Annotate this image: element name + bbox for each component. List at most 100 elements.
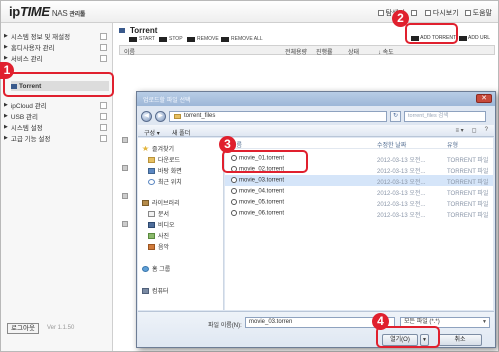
view-menu-icon[interactable]: ≡ ▾ <box>455 127 463 134</box>
file-name: movie_04.torrent <box>231 188 284 195</box>
expand-icon: ▶ <box>4 55 8 61</box>
add-url-icon <box>459 35 468 41</box>
sidebar-item-services[interactable]: ▶ 서비스 관리 <box>4 53 109 63</box>
file-date: 2012-03-13 오전... <box>377 191 426 197</box>
callout-box-4 <box>376 326 440 348</box>
blank-link[interactable] <box>410 8 419 18</box>
file-type: TORRENT 파일 <box>447 180 489 186</box>
download-folder-icon <box>148 156 155 163</box>
nav-pictures[interactable]: 사진 <box>148 231 169 240</box>
start-button[interactable]: START <box>129 35 155 43</box>
recent-places-icon <box>148 178 155 185</box>
col-type[interactable]: 유형 <box>447 140 458 149</box>
sidebar-item-ipcloud[interactable]: ▶ ipCloud 관리 <box>4 100 109 110</box>
nav-favorites[interactable]: 즐겨찾기 <box>142 144 174 153</box>
toggle-icon <box>100 54 107 62</box>
preview-pane-icon[interactable]: ◻ <box>472 127 477 134</box>
filetype-value: 모든 파일 (*.*) <box>404 319 440 325</box>
search-input[interactable]: torrent_files 검색 <box>404 110 486 122</box>
logo-time: TIME <box>19 4 50 19</box>
filename-label: 파일 이름(N): <box>208 323 242 329</box>
dialog-footer: 파일 이름(N): movie_03.torren 모든 파일 (*.*) ▼ 열… <box>138 311 494 347</box>
nav-homegroup[interactable]: 홈 그룹 <box>142 264 170 273</box>
file-row[interactable]: movie_04.torrent 2012-03-13 오전... TORREN… <box>225 186 493 197</box>
picture-icon <box>148 232 155 239</box>
reload-link[interactable]: 다시보기 <box>424 8 459 18</box>
file-date: 2012-03-13 오전... <box>377 180 426 186</box>
sidebar-item-system-settings[interactable]: ▶ 시스템 설정 <box>4 122 109 132</box>
document-icon <box>148 210 155 217</box>
sidebar-item-users[interactable]: ▶ 홈디사용자 관리 <box>4 42 109 52</box>
sidebar-item-usb[interactable]: ▶ USB 관리 <box>4 111 109 121</box>
nav-videos[interactable]: 비디오 <box>148 220 175 229</box>
checkbox-icon <box>464 10 471 16</box>
nav-documents[interactable]: 문서 <box>148 209 169 218</box>
nav-desktop[interactable]: 바탕 화면 <box>148 166 182 175</box>
help-link[interactable]: 도움말 <box>464 8 492 18</box>
torrent-icon <box>119 28 125 33</box>
help-icon[interactable]: ? <box>485 127 488 134</box>
file-date: 2012-03-13 오전... <box>377 202 426 208</box>
desktop-icon <box>148 167 155 174</box>
close-icon[interactable]: ✕ <box>476 94 492 103</box>
file-date: 2012-03-13 오전... <box>377 169 426 175</box>
file-open-dialog: 업로드할 파일 선택 ✕ ◀ ▶ torrent_files ↻ torrent… <box>136 91 496 348</box>
torrent-file-icon <box>231 199 237 205</box>
logo-nas: NAS <box>51 9 68 18</box>
address-bar[interactable]: torrent_files <box>169 110 387 122</box>
new-folder-button[interactable]: 새 폴더 <box>172 128 190 137</box>
homegroup-icon <box>142 265 149 272</box>
app-logo: ipTIME NAS 관리툴 <box>9 4 85 19</box>
nav-libraries[interactable]: 라이브러리 <box>142 198 180 207</box>
organize-button[interactable]: 구성 ▾ <box>144 128 160 137</box>
logout-button[interactable]: 로그아웃 <box>7 323 39 334</box>
callout-box-1 <box>3 72 114 97</box>
back-icon[interactable]: ◀ <box>141 110 152 122</box>
stop-icon <box>159 36 167 42</box>
refresh-icon[interactable]: ↻ <box>390 110 401 122</box>
address-row: ◀ ▶ torrent_files ↻ torrent_files 검색 <box>141 109 493 123</box>
torrent-file-icon <box>231 188 237 194</box>
nav-recent[interactable]: 최근 위치 <box>148 177 182 186</box>
nav-downloads[interactable]: 다운로드 <box>148 155 180 164</box>
file-row[interactable]: movie_06.torrent 2012-03-13 오전... TORREN… <box>225 208 493 219</box>
chevron-down-icon: ▼ <box>482 319 487 325</box>
start-icon <box>129 36 137 42</box>
add-url-button[interactable]: ADD URL <box>459 35 490 41</box>
computer-icon <box>142 287 149 294</box>
splitter-handles[interactable] <box>122 137 130 247</box>
forward-icon[interactable]: ▶ <box>155 110 166 122</box>
toggle-icon <box>100 32 107 40</box>
toggle-icon <box>100 112 107 120</box>
logo-ip: ip <box>9 4 20 19</box>
file-row-selected[interactable]: movie_03.torrent 2012-03-13 오전... TORREN… <box>225 175 493 186</box>
music-icon <box>148 243 155 250</box>
file-name: movie_05.torrent <box>231 199 284 206</box>
checkbox-icon <box>377 10 384 16</box>
remove-all-button[interactable]: REMOVE ALL <box>221 35 263 43</box>
view-controls: ≡ ▾ ◻ ? <box>455 127 488 134</box>
file-type: TORRENT 파일 <box>447 158 489 164</box>
callout-badge-3: 3 <box>219 136 236 153</box>
toggle-icon <box>100 123 107 131</box>
expand-icon: ▶ <box>4 33 8 39</box>
file-row[interactable]: movie_05.torrent 2012-03-13 오전... TORREN… <box>225 197 493 208</box>
col-modified[interactable]: 수정한 날짜 <box>377 140 406 149</box>
file-date: 2012-03-13 오전... <box>377 213 426 219</box>
torrent-table-header: 이름 전체용량 진행률 상태 ↓ 속도 <box>119 45 495 56</box>
cancel-button[interactable]: 취소 <box>438 334 482 346</box>
remove-button[interactable]: REMOVE <box>187 35 219 43</box>
sidebar-item-system-info[interactable]: ▶ 시스템 정보 및 재설정 <box>4 31 109 41</box>
sidebar-item-advanced[interactable]: ▶ 고급 기능 설정 <box>4 133 109 143</box>
video-icon <box>148 221 155 228</box>
nav-computer[interactable]: 컴퓨터 <box>142 286 169 295</box>
nav-music[interactable]: 음악 <box>148 242 169 251</box>
file-type: TORRENT 파일 <box>447 213 489 219</box>
stop-button[interactable]: STOP <box>159 35 183 43</box>
dialog-titlebar[interactable]: 업로드할 파일 선택 ✕ <box>137 92 495 106</box>
toggle-icon <box>100 134 107 142</box>
star-icon <box>142 145 149 151</box>
navigation-pane: 즐겨찾기 다운로드 바탕 화면 최근 위치 라이브러리 문서 비디오 사진 음악… <box>138 138 224 310</box>
expand-icon: ▶ <box>4 113 8 119</box>
callout-badge-2: 2 <box>392 10 409 27</box>
